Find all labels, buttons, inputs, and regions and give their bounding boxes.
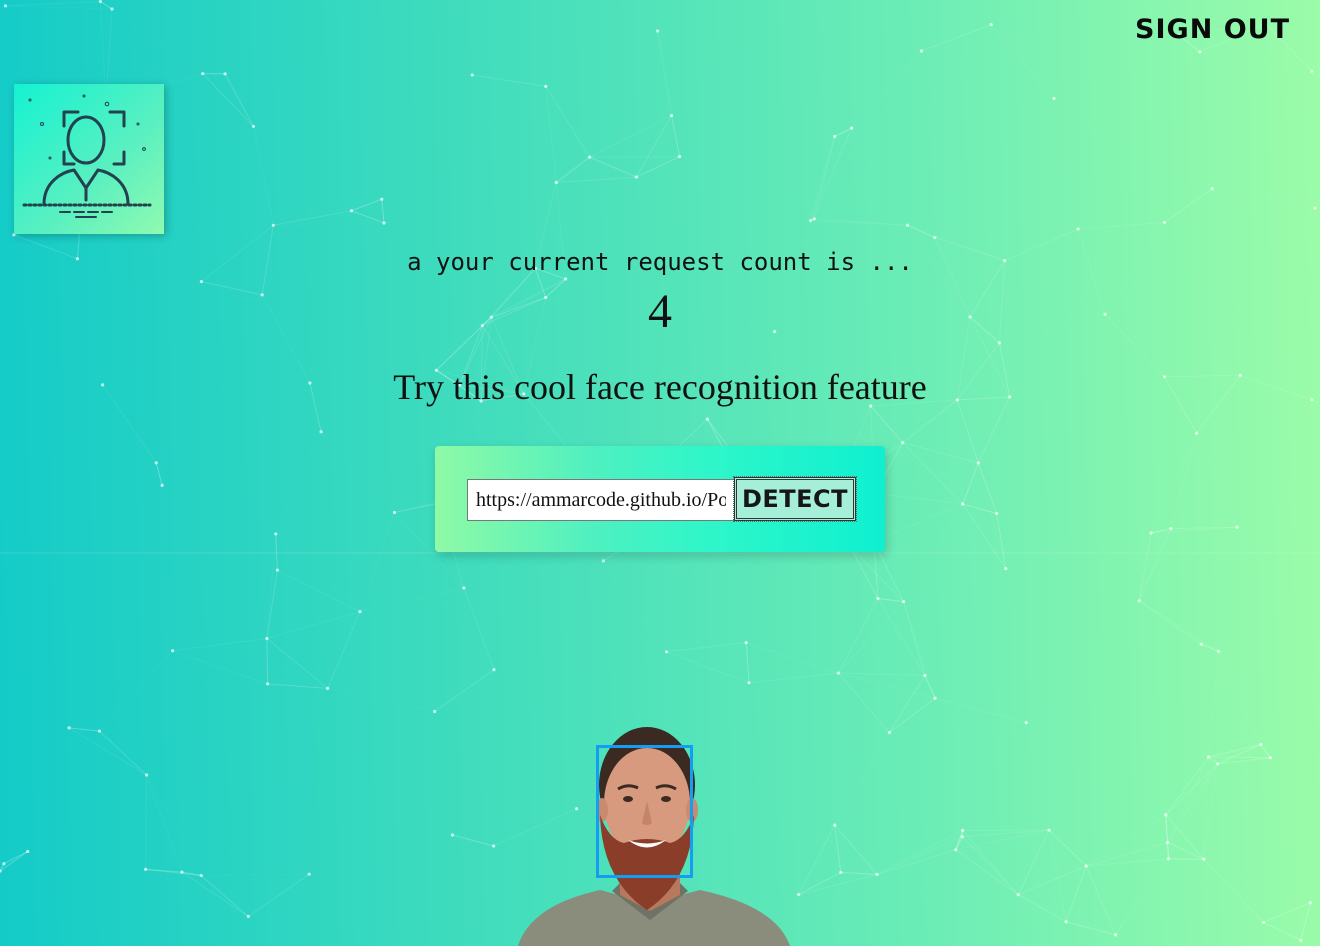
detect-button[interactable]: DETECT [733,476,857,522]
request-count-value: 4 [648,285,672,338]
image-url-input[interactable] [467,479,735,521]
feature-headline: Try this cool face recognition feature [393,367,927,407]
sign-out-link[interactable]: SIGN OUT [1135,14,1290,45]
face-bounding-box [596,745,693,878]
logo-card[interactable] [14,84,164,234]
image-link-form: DETECT [435,446,885,552]
request-count-label: a your current request count is ... [407,248,913,276]
background-band [0,552,1320,554]
face-scan-icon [22,94,152,218]
